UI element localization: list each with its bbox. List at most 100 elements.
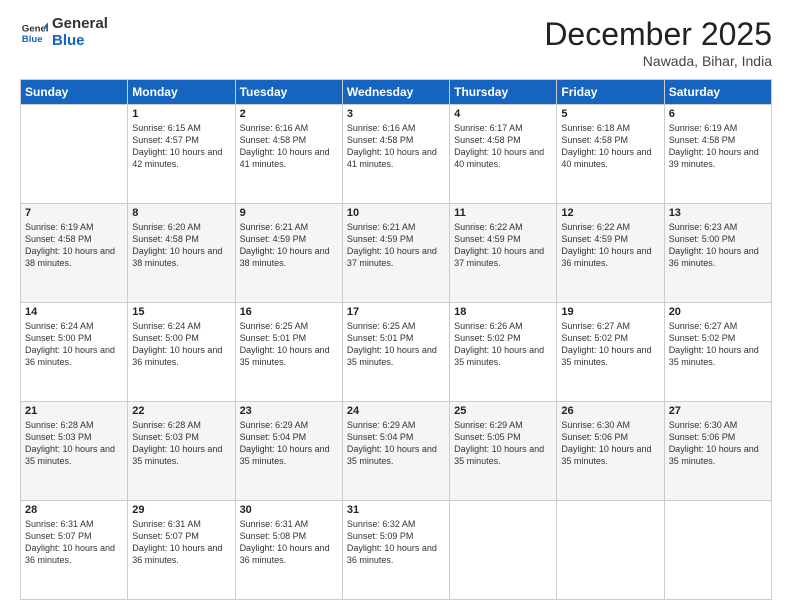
day-cell: 3 Sunrise: 6:16 AMSunset: 4:58 PMDaylight… bbox=[342, 105, 449, 204]
day-number: 9 bbox=[240, 207, 338, 219]
day-number: 14 bbox=[25, 306, 123, 318]
day-info: Sunrise: 6:27 AMSunset: 5:02 PMDaylight:… bbox=[561, 320, 659, 369]
day-info: Sunrise: 6:30 AMSunset: 5:06 PMDaylight:… bbox=[561, 419, 659, 468]
day-number: 6 bbox=[669, 108, 767, 120]
weekday-header-friday: Friday bbox=[557, 80, 664, 105]
day-number: 21 bbox=[25, 405, 123, 417]
day-cell: 29 Sunrise: 6:31 AMSunset: 5:07 PMDayligh… bbox=[128, 501, 235, 600]
day-info: Sunrise: 6:29 AMSunset: 5:04 PMDaylight:… bbox=[240, 419, 338, 468]
day-cell: 14 Sunrise: 6:24 AMSunset: 5:00 PMDayligh… bbox=[21, 303, 128, 402]
day-number: 2 bbox=[240, 108, 338, 120]
day-cell: 8 Sunrise: 6:20 AMSunset: 4:58 PMDaylight… bbox=[128, 204, 235, 303]
title-block: December 2025 Nawada, Bihar, India bbox=[544, 16, 772, 69]
day-info: Sunrise: 6:23 AMSunset: 5:00 PMDaylight:… bbox=[669, 221, 767, 270]
day-cell: 27 Sunrise: 6:30 AMSunset: 5:06 PMDayligh… bbox=[664, 402, 771, 501]
day-cell: 6 Sunrise: 6:19 AMSunset: 4:58 PMDaylight… bbox=[664, 105, 771, 204]
logo-general: General bbox=[52, 16, 108, 33]
weekday-header-thursday: Thursday bbox=[450, 80, 557, 105]
day-info: Sunrise: 6:24 AMSunset: 5:00 PMDaylight:… bbox=[25, 320, 123, 369]
day-info: Sunrise: 6:31 AMSunset: 5:07 PMDaylight:… bbox=[25, 518, 123, 567]
day-number: 13 bbox=[669, 207, 767, 219]
day-number: 4 bbox=[454, 108, 552, 120]
day-number: 3 bbox=[347, 108, 445, 120]
location: Nawada, Bihar, India bbox=[544, 53, 772, 69]
day-info: Sunrise: 6:24 AMSunset: 5:00 PMDaylight:… bbox=[132, 320, 230, 369]
day-number: 29 bbox=[132, 504, 230, 516]
weekday-header-tuesday: Tuesday bbox=[235, 80, 342, 105]
day-number: 23 bbox=[240, 405, 338, 417]
day-info: Sunrise: 6:31 AMSunset: 5:08 PMDaylight:… bbox=[240, 518, 338, 567]
day-number: 17 bbox=[347, 306, 445, 318]
day-info: Sunrise: 6:31 AMSunset: 5:07 PMDaylight:… bbox=[132, 518, 230, 567]
day-info: Sunrise: 6:25 AMSunset: 5:01 PMDaylight:… bbox=[347, 320, 445, 369]
day-info: Sunrise: 6:28 AMSunset: 5:03 PMDaylight:… bbox=[132, 419, 230, 468]
day-info: Sunrise: 6:19 AMSunset: 4:58 PMDaylight:… bbox=[25, 221, 123, 270]
day-cell: 2 Sunrise: 6:16 AMSunset: 4:58 PMDaylight… bbox=[235, 105, 342, 204]
day-cell: 18Sunrise: 6:26 AMSunset: 5:02 PMDayligh… bbox=[450, 303, 557, 402]
day-info: Sunrise: 6:25 AMSunset: 5:01 PMDaylight:… bbox=[240, 320, 338, 369]
day-number: 22 bbox=[132, 405, 230, 417]
day-number: 31 bbox=[347, 504, 445, 516]
logo: General Blue General Blue bbox=[20, 16, 108, 49]
day-cell: 16 Sunrise: 6:25 AMSunset: 5:01 PMDayligh… bbox=[235, 303, 342, 402]
day-info: Sunrise: 6:16 AMSunset: 4:58 PMDaylight:… bbox=[240, 122, 338, 171]
day-info: Sunrise: 6:30 AMSunset: 5:06 PMDaylight:… bbox=[669, 419, 767, 468]
header: General Blue General Blue December 2025 … bbox=[20, 16, 772, 69]
day-cell: 10Sunrise: 6:21 AMSunset: 4:59 PMDayligh… bbox=[342, 204, 449, 303]
week-row-5: 28 Sunrise: 6:31 AMSunset: 5:07 PMDayligh… bbox=[21, 501, 772, 600]
day-info: Sunrise: 6:15 AMSunset: 4:57 PMDaylight:… bbox=[132, 122, 230, 171]
day-info: Sunrise: 6:32 AMSunset: 5:09 PMDaylight:… bbox=[347, 518, 445, 567]
day-info: Sunrise: 6:22 AMSunset: 4:59 PMDaylight:… bbox=[561, 221, 659, 270]
day-number: 20 bbox=[669, 306, 767, 318]
week-row-1: 1 Sunrise: 6:15 AMSunset: 4:57 PMDaylight… bbox=[21, 105, 772, 204]
day-number: 8 bbox=[132, 207, 230, 219]
day-number: 5 bbox=[561, 108, 659, 120]
day-number: 27 bbox=[669, 405, 767, 417]
day-info: Sunrise: 6:27 AMSunset: 5:02 PMDaylight:… bbox=[669, 320, 767, 369]
day-number: 30 bbox=[240, 504, 338, 516]
weekday-header-monday: Monday bbox=[128, 80, 235, 105]
day-info: Sunrise: 6:22 AMSunset: 4:59 PMDaylight:… bbox=[454, 221, 552, 270]
day-number: 11 bbox=[454, 207, 552, 219]
day-cell: 4 Sunrise: 6:17 AMSunset: 4:58 PMDaylight… bbox=[450, 105, 557, 204]
day-number: 25 bbox=[454, 405, 552, 417]
day-info: Sunrise: 6:21 AMSunset: 4:59 PMDaylight:… bbox=[347, 221, 445, 270]
day-cell: 13 Sunrise: 6:23 AMSunset: 5:00 PMDayligh… bbox=[664, 204, 771, 303]
day-number: 1 bbox=[132, 108, 230, 120]
day-number: 19 bbox=[561, 306, 659, 318]
day-cell: 15 Sunrise: 6:24 AMSunset: 5:00 PMDayligh… bbox=[128, 303, 235, 402]
calendar-page: General Blue General Blue December 2025 … bbox=[0, 0, 792, 612]
day-cell bbox=[21, 105, 128, 204]
weekday-header-sunday: Sunday bbox=[21, 80, 128, 105]
day-cell: 24Sunrise: 6:29 AMSunset: 5:04 PMDayligh… bbox=[342, 402, 449, 501]
day-info: Sunrise: 6:21 AMSunset: 4:59 PMDaylight:… bbox=[240, 221, 338, 270]
day-cell: 30 Sunrise: 6:31 AMSunset: 5:08 PMDayligh… bbox=[235, 501, 342, 600]
day-cell: 9 Sunrise: 6:21 AMSunset: 4:59 PMDaylight… bbox=[235, 204, 342, 303]
day-info: Sunrise: 6:19 AMSunset: 4:58 PMDaylight:… bbox=[669, 122, 767, 171]
day-number: 16 bbox=[240, 306, 338, 318]
day-cell: 26Sunrise: 6:30 AMSunset: 5:06 PMDayligh… bbox=[557, 402, 664, 501]
week-row-4: 21 Sunrise: 6:28 AMSunset: 5:03 PMDayligh… bbox=[21, 402, 772, 501]
weekday-header-saturday: Saturday bbox=[664, 80, 771, 105]
day-cell: 5 Sunrise: 6:18 AMSunset: 4:58 PMDaylight… bbox=[557, 105, 664, 204]
day-cell: 17 Sunrise: 6:25 AMSunset: 5:01 PMDayligh… bbox=[342, 303, 449, 402]
day-number: 12 bbox=[561, 207, 659, 219]
day-cell: 19 Sunrise: 6:27 AMSunset: 5:02 PMDayligh… bbox=[557, 303, 664, 402]
day-info: Sunrise: 6:18 AMSunset: 4:58 PMDaylight:… bbox=[561, 122, 659, 171]
week-row-3: 14 Sunrise: 6:24 AMSunset: 5:00 PMDayligh… bbox=[21, 303, 772, 402]
day-number: 15 bbox=[132, 306, 230, 318]
day-cell bbox=[557, 501, 664, 600]
day-cell bbox=[450, 501, 557, 600]
day-info: Sunrise: 6:20 AMSunset: 4:58 PMDaylight:… bbox=[132, 221, 230, 270]
day-cell: 31 Sunrise: 6:32 AMSunset: 5:09 PMDayligh… bbox=[342, 501, 449, 600]
day-info: Sunrise: 6:17 AMSunset: 4:58 PMDaylight:… bbox=[454, 122, 552, 171]
svg-text:General: General bbox=[22, 23, 48, 34]
day-number: 28 bbox=[25, 504, 123, 516]
day-number: 7 bbox=[25, 207, 123, 219]
day-info: Sunrise: 6:29 AMSunset: 5:04 PMDaylight:… bbox=[347, 419, 445, 468]
day-cell: 25Sunrise: 6:29 AMSunset: 5:05 PMDayligh… bbox=[450, 402, 557, 501]
day-info: Sunrise: 6:16 AMSunset: 4:58 PMDaylight:… bbox=[347, 122, 445, 171]
day-cell: 21Sunrise: 6:28 AMSunset: 5:03 PMDayligh… bbox=[21, 402, 128, 501]
day-cell: 28 Sunrise: 6:31 AMSunset: 5:07 PMDayligh… bbox=[21, 501, 128, 600]
week-row-2: 7 Sunrise: 6:19 AMSunset: 4:58 PMDaylight… bbox=[21, 204, 772, 303]
